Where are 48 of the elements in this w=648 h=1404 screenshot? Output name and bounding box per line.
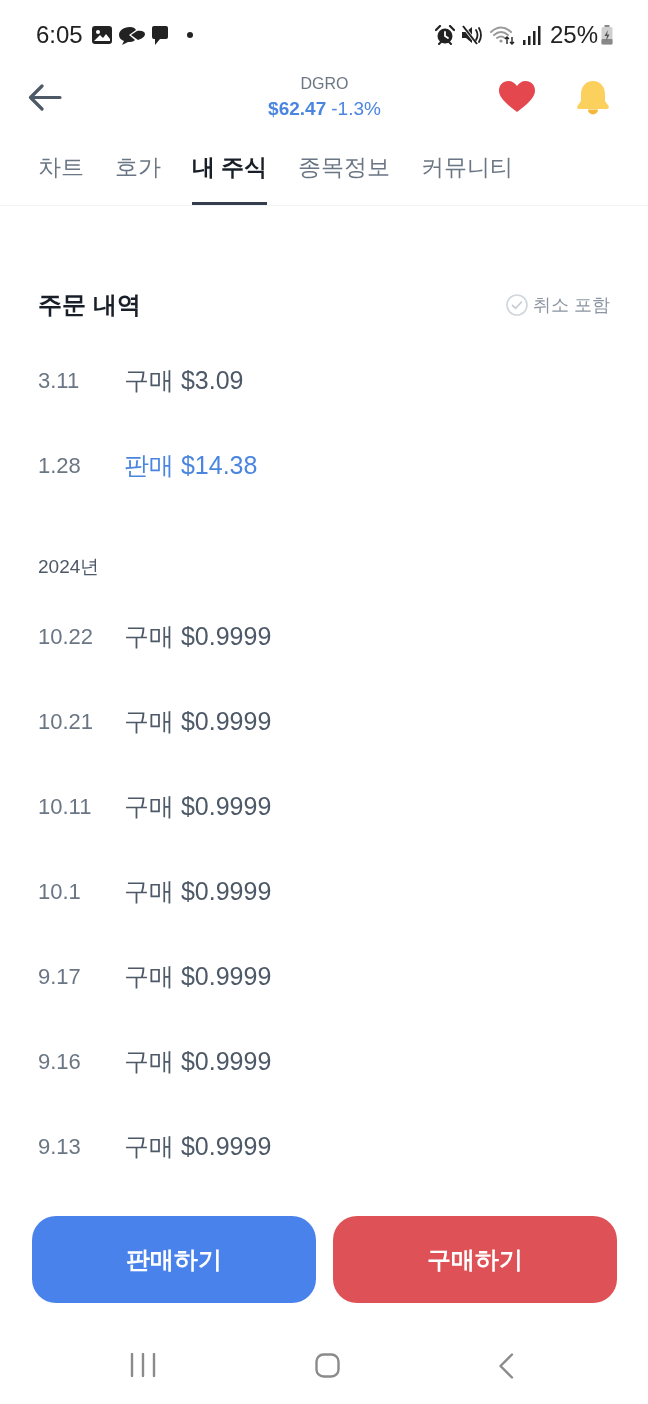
year-label: 2024년 bbox=[38, 555, 100, 579]
order-summary: 구매 $0.9999 bbox=[124, 876, 272, 907]
order-summary: 구매 $0.9999 bbox=[124, 791, 272, 822]
order-date: 9.17 bbox=[38, 963, 82, 990]
battery-percent: 25% bbox=[549, 21, 598, 49]
message-icon bbox=[151, 25, 168, 45]
recents-icon[interactable] bbox=[130, 1353, 156, 1377]
alarm-icon bbox=[434, 25, 455, 45]
price-change: -1.3% bbox=[331, 96, 381, 121]
bell-icon[interactable] bbox=[576, 79, 610, 115]
gallery-icon bbox=[91, 26, 112, 44]
order-summary: 구매 $0.9999 bbox=[124, 1131, 272, 1162]
tab[interactable]: 커뮤니티 bbox=[421, 130, 514, 205]
back-icon[interactable] bbox=[28, 83, 62, 111]
order-summary: 구매 $0.9999 bbox=[124, 1046, 272, 1077]
order-date: 9.13 bbox=[38, 1133, 82, 1160]
section-title: 주문 내역 bbox=[38, 290, 141, 320]
order-summary: 구매 $0.9999 bbox=[124, 961, 272, 992]
battery-icon bbox=[601, 25, 613, 45]
order-summary: 판매 $14.38 bbox=[124, 450, 258, 481]
tab[interactable]: 종목정보 bbox=[298, 130, 391, 205]
tab[interactable]: 차트 bbox=[38, 130, 84, 205]
dot-icon bbox=[186, 32, 193, 38]
stock-price: $62.47 bbox=[268, 96, 327, 121]
tab[interactable]: 호가 bbox=[115, 130, 161, 205]
back-icon[interactable] bbox=[498, 1353, 514, 1379]
order-date: 9.16 bbox=[38, 1048, 82, 1075]
home-icon[interactable] bbox=[314, 1353, 340, 1378]
order-date: 1.28 bbox=[38, 452, 82, 479]
clock-time: 6:05 bbox=[36, 21, 83, 49]
signal-icon bbox=[521, 25, 542, 45]
toggle-label: 취소 포함 bbox=[533, 294, 610, 317]
order-date: 10.11 bbox=[38, 793, 93, 820]
order-date: 10.22 bbox=[38, 623, 95, 650]
order-date: 10.1 bbox=[38, 878, 82, 905]
order-summary: 구매 $0.9999 bbox=[124, 706, 272, 737]
heart-icon[interactable] bbox=[499, 81, 535, 113]
buy-button[interactable]: 구매하기 bbox=[333, 1216, 617, 1303]
mute-icon bbox=[461, 25, 483, 45]
order-summary: 구매 $3.09 bbox=[124, 365, 244, 396]
sell-button[interactable]: 판매하기 bbox=[32, 1216, 316, 1303]
include-cancelled-toggle[interactable]: 취소 포함 bbox=[506, 293, 610, 317]
order-date: 10.21 bbox=[38, 708, 95, 735]
ticker-symbol: DGRO bbox=[300, 73, 349, 94]
order-summary: 구매 $0.9999 bbox=[124, 621, 272, 652]
wifi-icon bbox=[489, 25, 515, 45]
order-date: 3.11 bbox=[38, 367, 81, 394]
speech-bubbles-icon bbox=[118, 25, 145, 45]
